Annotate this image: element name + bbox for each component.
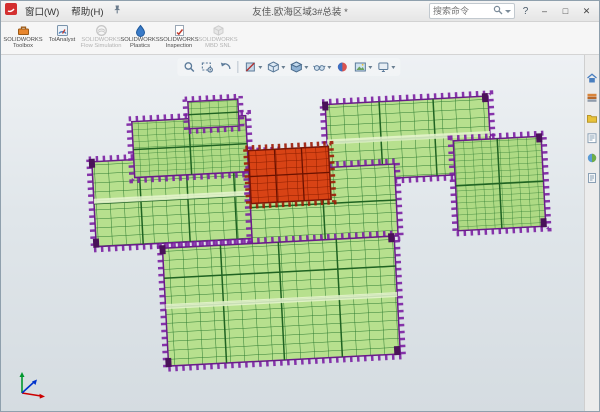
dropdown-caret[interactable] xyxy=(391,66,395,69)
ribbon-button-flow-simulation: SOLIDWORKS Flow Simulation xyxy=(82,23,120,54)
dropdown-caret[interactable] xyxy=(281,66,285,69)
dropdown-caret[interactable] xyxy=(327,66,331,69)
minimize-button[interactable]: – xyxy=(536,4,553,19)
title-bar: 窗口(W) 帮助(H) 友佳.欧海区域3#总装 * ? – □ ✕ xyxy=(1,1,599,22)
zoom-fit-button[interactable] xyxy=(181,59,197,75)
dropdown-caret[interactable] xyxy=(258,66,262,69)
menu-pin-icon[interactable] xyxy=(112,2,122,20)
search-icon[interactable] xyxy=(493,2,503,20)
dropdown-caret[interactable] xyxy=(368,66,372,69)
ribbon-button-tolanalyst[interactable]: TolAnalyst xyxy=(43,23,81,54)
model-assembly[interactable] xyxy=(1,55,586,411)
headsup-view-toolbar xyxy=(177,58,400,76)
task-pane-strip xyxy=(584,55,599,411)
document-title: 友佳.欧海区域3#总装 * xyxy=(252,4,348,18)
plastics-icon xyxy=(134,24,147,37)
file-explorer-icon[interactable] xyxy=(586,111,598,123)
app-icon[interactable] xyxy=(5,2,17,20)
display-style-button[interactable] xyxy=(288,59,309,75)
model-cluster-right-extension[interactable] xyxy=(450,133,549,234)
solidworks-resources-icon[interactable] xyxy=(586,71,598,83)
section-view-button[interactable] xyxy=(242,59,263,75)
reference-triad xyxy=(13,366,51,405)
zoom-area-button[interactable] xyxy=(199,59,215,75)
search-input[interactable] xyxy=(433,6,491,16)
appearances-scenes-icon[interactable] xyxy=(586,151,598,163)
view-orientation-button[interactable] xyxy=(265,59,286,75)
menu-item-window[interactable]: 窗口(W) xyxy=(21,3,63,19)
hide-show-items-button[interactable] xyxy=(311,59,332,75)
graphics-viewport[interactable] xyxy=(1,55,599,411)
toolbar-separator xyxy=(237,61,238,73)
model-cluster-red-core[interactable] xyxy=(245,143,334,206)
menu-item-help[interactable]: 帮助(H) xyxy=(67,3,107,19)
model-cluster-top-small[interactable] xyxy=(185,96,243,132)
ribbon-button-plastics[interactable]: SOLIDWORKS Plastics xyxy=(121,23,159,54)
edit-appearance-button[interactable] xyxy=(334,59,350,75)
maximize-button[interactable]: □ xyxy=(557,4,574,19)
custom-properties-icon[interactable] xyxy=(586,171,598,183)
ribbon-button-inspection[interactable]: SOLIDWORKS Inspection xyxy=(160,23,198,54)
mbd-icon xyxy=(212,24,225,37)
apply-scene-button[interactable] xyxy=(352,59,373,75)
flow-simulation-icon xyxy=(95,24,108,37)
help-button[interactable]: ? xyxy=(519,6,532,17)
view-settings-button[interactable] xyxy=(375,59,396,75)
dropdown-caret[interactable] xyxy=(304,66,308,69)
command-search[interactable] xyxy=(429,3,515,19)
view-palette-icon[interactable] xyxy=(586,131,598,143)
previous-view-button[interactable] xyxy=(217,59,233,75)
search-dropdown-caret[interactable] xyxy=(505,10,511,13)
ribbon-button-mbd-snl: SOLIDWORKS MBD SNL xyxy=(199,23,237,54)
solidworks-window: 窗口(W) 帮助(H) 友佳.欧海区域3#总装 * ? – □ ✕ xyxy=(0,0,600,412)
toolbox-icon xyxy=(17,24,30,37)
inspection-icon xyxy=(173,24,186,37)
ribbon-button-solidworks-toolbox[interactable]: SOLIDWORKS Toolbox xyxy=(4,23,42,54)
close-button[interactable]: ✕ xyxy=(578,4,595,19)
design-library-icon[interactable] xyxy=(586,91,598,103)
tolanalyst-icon xyxy=(56,24,69,37)
ribbon-toolbar: SOLIDWORKS Toolbox TolAnalyst SOLIDWORKS… xyxy=(1,22,599,55)
titlebar-right-group: ? – □ ✕ xyxy=(429,3,595,19)
model-cluster-lower[interactable] xyxy=(159,233,403,369)
